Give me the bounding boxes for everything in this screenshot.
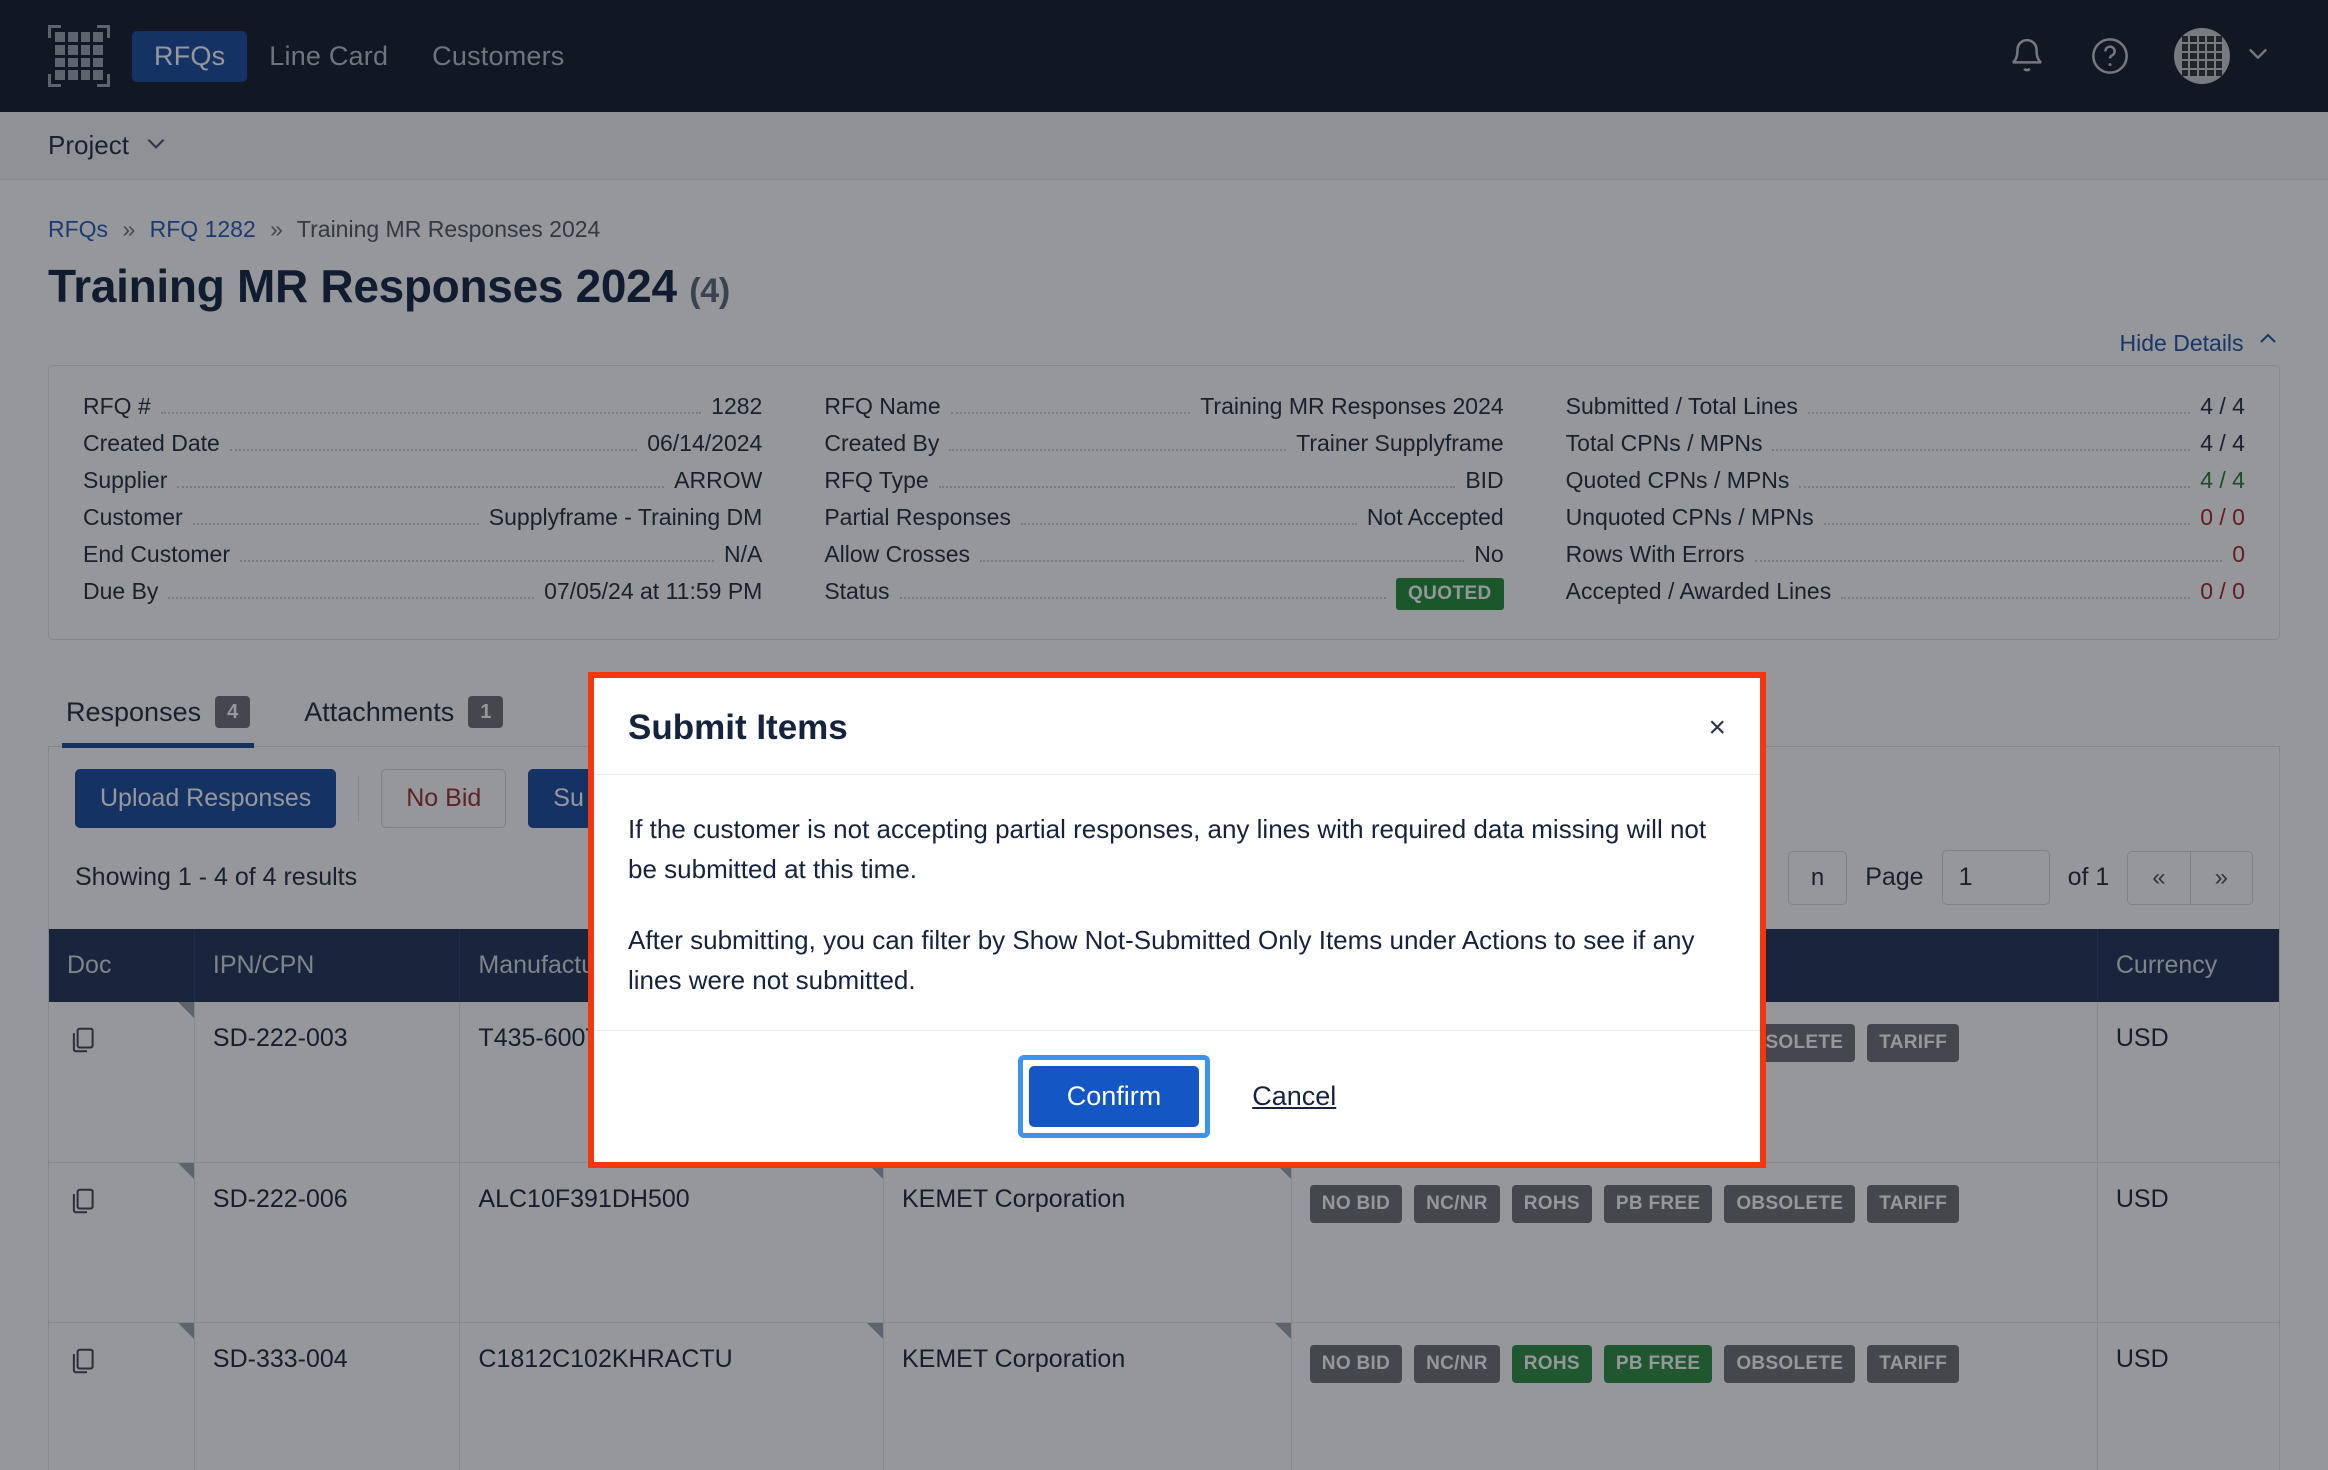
cancel-link[interactable]: Cancel — [1252, 1081, 1336, 1112]
dialog-body: If the customer is not accepting partial… — [594, 775, 1760, 1030]
app-page: RFQs Line Card Customers Project RFQs » … — [0, 0, 2328, 1470]
dialog-title: Submit Items — [628, 708, 848, 747]
confirm-button[interactable]: Confirm — [1028, 1066, 1200, 1128]
dialog-paragraph-2: After submitting, you can filter by Show… — [628, 924, 1695, 995]
submit-items-dialog: Submit Items × If the customer is not ac… — [588, 672, 1766, 1169]
dialog-footer: Confirm Cancel — [594, 1030, 1760, 1162]
confirm-focus-ring: Confirm — [1017, 1055, 1211, 1139]
close-icon[interactable]: × — [1708, 713, 1726, 743]
dialog-header: Submit Items × — [594, 678, 1760, 775]
dialog-paragraph-1: If the customer is not accepting partial… — [628, 814, 1707, 885]
